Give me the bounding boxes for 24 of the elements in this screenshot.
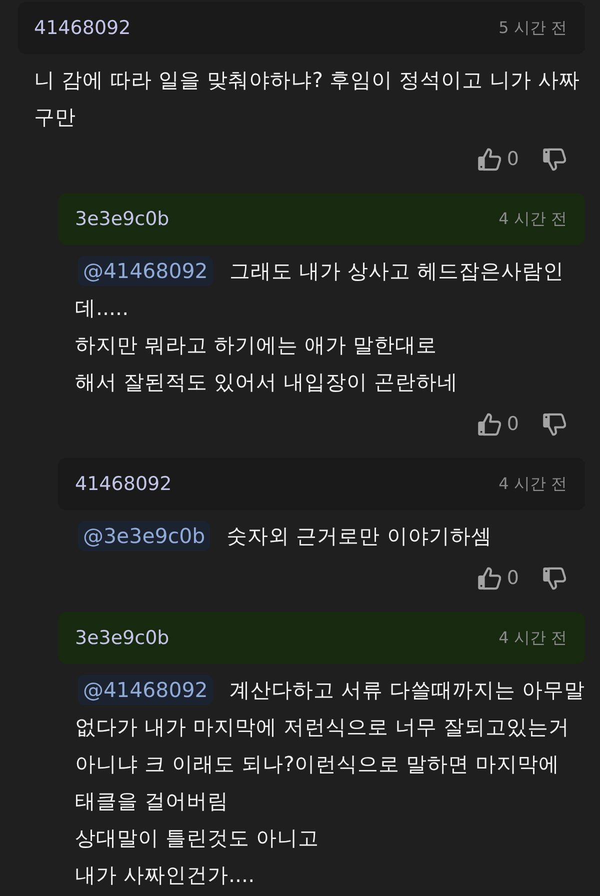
comment-text: 니 감에 따라 일을 맞춰야하냐? 후임이 정석이고 니가 사짜구만 xyxy=(33,67,582,131)
thumbs-down-icon[interactable] xyxy=(543,566,566,590)
mention-link[interactable]: @41468092 xyxy=(78,256,213,286)
thumbs-up-icon[interactable] xyxy=(478,148,501,170)
username: 3e3e9c0b xyxy=(75,206,170,232)
thumbs-up-icon[interactable] xyxy=(478,412,501,436)
thumbs-up-icon[interactable] xyxy=(478,566,501,590)
comment-text: @41468092 그래도 내가 상사고 헤드잡은사람인데..... 하지만 뭐라고 하기에는 애가 말한대로 해서 잘된적도 있어서 내입장이 곤란하네 xyxy=(58,245,585,401)
mention-link[interactable]: @41468092 xyxy=(78,675,213,705)
comment-text: @41468092 계산다하고 서류 다쓸때까지는 아무말없다가 내가 마지막에 저런식으로 너무 잘되고있는거아니냐 크 이래도 되나?이런식으로 말하면 마지막에 태클을 걸어버림 상대말이 틀린것도 아니고 내가 사짜인건가.... xyxy=(58,664,585,894)
comment-text: @3e3e9c0b 숫자외 근거로만 이야기하셈 xyxy=(58,510,585,555)
timestamp: 4 시간 전 xyxy=(498,208,567,230)
timestamp: 4 시간 전 xyxy=(498,627,567,649)
username: 41468092 xyxy=(34,16,131,41)
timestamp: 4 시간 전 xyxy=(498,473,567,495)
timestamp: 5 시간 전 xyxy=(498,17,567,39)
like-count: 0 xyxy=(506,412,519,437)
thumbs-down-icon[interactable] xyxy=(543,412,566,436)
mention-link[interactable]: @3e3e9c0b xyxy=(78,521,210,551)
like-count: 0 xyxy=(506,146,519,172)
username: 41468092 xyxy=(75,472,172,497)
thumbs-down-icon[interactable] xyxy=(543,148,566,170)
like-count: 0 xyxy=(506,566,519,591)
username: 3e3e9c0b xyxy=(75,626,170,651)
